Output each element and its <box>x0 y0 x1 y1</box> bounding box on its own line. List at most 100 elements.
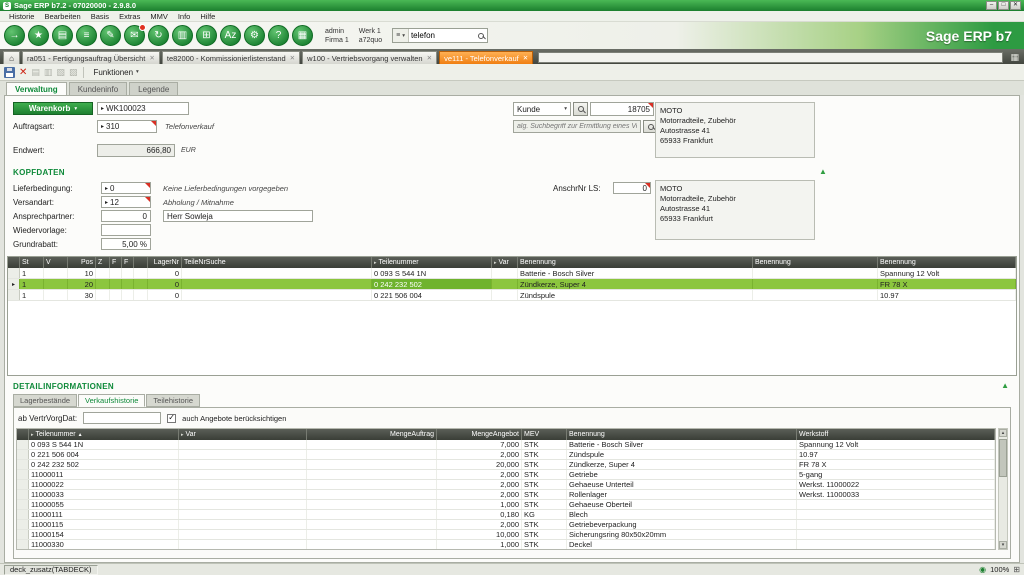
cell[interactable] <box>110 279 122 289</box>
cell[interactable] <box>179 510 307 519</box>
cell[interactable]: Rollenlager <box>567 490 797 499</box>
menu-item-basis[interactable]: Basis <box>86 12 114 21</box>
cell[interactable]: Zündkerze, Super 4 <box>518 279 753 289</box>
cell[interactable]: 0 093 S 544 1N <box>372 268 492 278</box>
cell[interactable]: 2,000 <box>437 490 522 499</box>
cell[interactable] <box>307 450 437 459</box>
cell[interactable]: 20 <box>68 279 96 289</box>
cell[interactable]: 10 <box>68 268 96 278</box>
tab-teilehistorie[interactable]: Teilehistorie <box>146 394 201 407</box>
collapse-section-icon[interactable]: ▲ <box>1001 381 1009 390</box>
search-button[interactable] <box>475 32 487 39</box>
table-row[interactable]: 11000115 2,000 STK Getriebeverpackung <box>17 520 995 530</box>
help-icon[interactable]: ? <box>268 25 289 46</box>
column-header[interactable]: F <box>122 257 134 268</box>
cell[interactable]: 11000330 <box>29 540 179 549</box>
collapse-section-icon[interactable]: ▲ <box>819 167 827 176</box>
sort-az-icon[interactable]: Az <box>220 25 241 46</box>
save-button[interactable] <box>4 66 15 78</box>
menu-item-mmv[interactable]: MMV <box>145 12 173 21</box>
worklist-icon[interactable]: ≡ <box>76 25 97 46</box>
cell[interactable] <box>307 440 437 449</box>
row-selector[interactable] <box>17 480 29 489</box>
anschrnr-field[interactable]: 0 <box>613 182 651 194</box>
cell[interactable] <box>753 268 878 278</box>
cell[interactable]: 11000111 <box>29 510 179 519</box>
cell[interactable]: 1,000 <box>437 540 522 549</box>
table-row[interactable]: 11000011 2,000 STK Getriebe 5-gang <box>17 470 995 480</box>
cell[interactable]: 7,000 <box>437 440 522 449</box>
cell[interactable] <box>179 480 307 489</box>
cell[interactable]: Werkst. 11000033 <box>797 490 995 499</box>
minimize-icon[interactable]: – <box>986 1 997 10</box>
cell[interactable]: 5-gang <box>797 470 995 479</box>
reports-icon[interactable]: ▥ <box>172 25 193 46</box>
column-header[interactable]: St <box>20 257 44 268</box>
cell[interactable]: STK <box>522 540 567 549</box>
column-header[interactable]: Werkstoff <box>797 429 995 440</box>
cell[interactable]: 2,000 <box>437 470 522 479</box>
cell[interactable]: STK <box>522 520 567 529</box>
tab-overview-icon[interactable]: ▦ <box>1008 52 1021 63</box>
cell[interactable] <box>134 268 148 278</box>
settings-icon[interactable]: ⚙ <box>244 25 265 46</box>
cell[interactable] <box>307 520 437 529</box>
column-header[interactable]: TeileNrSuche <box>182 257 372 268</box>
cell[interactable] <box>182 279 372 289</box>
messages-icon[interactable]: ✉ <box>124 24 146 46</box>
cell[interactable]: 1,000 <box>437 500 522 509</box>
wiedervorlage-field[interactable] <box>101 224 151 236</box>
tab-ve111-active[interactable]: ve111 - Telefonverkauf ✕ <box>439 51 534 64</box>
tab-lagerbestaende[interactable]: Lagerbestände <box>13 394 78 407</box>
logout-icon[interactable]: → <box>4 25 25 46</box>
cell[interactable]: 0 242 232 502 <box>29 460 179 469</box>
copy-icon[interactable]: ▥ <box>44 67 53 78</box>
column-header[interactable]: F <box>110 257 122 268</box>
auftragsart-field[interactable]: ▸ 310 <box>97 120 157 133</box>
cell[interactable] <box>492 268 518 278</box>
row-selector[interactable] <box>17 500 29 509</box>
cell[interactable] <box>307 510 437 519</box>
column-header[interactable]: LagerNr <box>148 257 182 268</box>
cell[interactable]: STK <box>522 480 567 489</box>
cell[interactable] <box>307 460 437 469</box>
cancel-button[interactable]: ✕ <box>19 67 27 78</box>
cell[interactable]: 11000011 <box>29 470 179 479</box>
table-row[interactable]: ▸ 1 20 0 0 242 232 502 Zündkerze, Super 4 FR 7… <box>8 279 1016 290</box>
cell[interactable] <box>179 470 307 479</box>
table-row[interactable]: 0 093 S 544 1N 7,000 STK Batterie - Bosch S… <box>17 440 995 450</box>
column-header[interactable]: MengeAngebot <box>437 429 522 440</box>
kunde-dropdown[interactable]: Kunde ▾ <box>513 102 571 116</box>
cell[interactable] <box>307 540 437 549</box>
column-header[interactable]: ▸ Teilenummer ▲ <box>29 429 179 440</box>
column-header[interactable]: Z <box>96 257 110 268</box>
versandart-field[interactable]: ▸ 12 <box>101 196 151 208</box>
cell[interactable] <box>134 290 148 300</box>
export-icon[interactable]: ▨ <box>69 67 78 78</box>
warenkorb-button[interactable]: Warenkorb ▾ <box>13 102 93 115</box>
new-document-icon[interactable]: ▤ <box>31 67 40 78</box>
cell[interactable] <box>307 490 437 499</box>
angebote-checkbox[interactable]: ✓ <box>167 413 177 423</box>
cell[interactable]: FR 78 X <box>797 460 995 469</box>
menu-item-historie[interactable]: Historie <box>4 12 39 21</box>
cell[interactable]: 0 242 232 502 <box>372 279 492 289</box>
cell[interactable]: Blech <box>567 510 797 519</box>
row-selector[interactable] <box>17 440 29 449</box>
cell[interactable] <box>96 290 110 300</box>
vertrvorgdat-field[interactable] <box>83 412 162 424</box>
cell[interactable] <box>110 290 122 300</box>
cell[interactable] <box>179 440 307 449</box>
cell[interactable]: Gehaeuse Oberteil <box>567 500 797 509</box>
cell[interactable] <box>492 279 518 289</box>
cell[interactable]: 0 221 506 004 <box>29 450 179 459</box>
cell[interactable] <box>307 470 437 479</box>
column-header[interactable]: ▸ Var <box>492 257 518 268</box>
apps-icon[interactable]: ▦ <box>292 25 313 46</box>
cell[interactable]: Spannung 12 Volt <box>878 268 1016 278</box>
tab-te82000[interactable]: te82000 - Kommissionierlistenstand ✕ <box>161 51 301 64</box>
row-selector[interactable] <box>17 510 29 519</box>
tab-verkaufshistorie[interactable]: Verkaufshistorie <box>78 394 146 407</box>
cell[interactable]: Getriebe <box>567 470 797 479</box>
ansprechpartner-nr-field[interactable]: 0 <box>101 210 151 222</box>
